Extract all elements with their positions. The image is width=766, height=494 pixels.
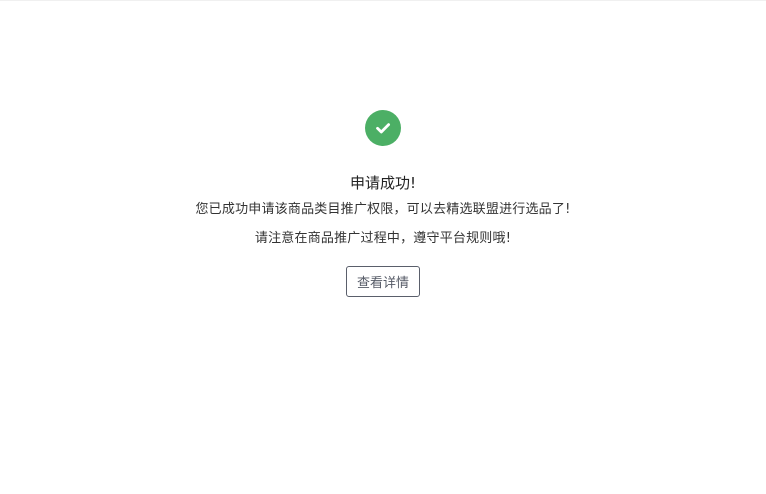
view-details-button[interactable]: 查看详情 xyxy=(346,266,420,297)
page: 申请成功! 您已成功申请该商品类目推广权限，可以去精选联盟进行选品了! 请注意在… xyxy=(0,0,766,494)
result-message-line2: 请注意在商品推广过程中，遵守平台规则哦! xyxy=(254,231,512,246)
result-message-line1: 您已成功申请该商品类目推广权限，可以去精选联盟进行选品了! xyxy=(195,202,571,217)
result-title: 申请成功! xyxy=(349,174,416,192)
result-panel: 申请成功! 您已成功申请该商品类目推广权限，可以去精选联盟进行选品了! 请注意在… xyxy=(0,110,766,297)
success-check-icon xyxy=(365,110,401,146)
